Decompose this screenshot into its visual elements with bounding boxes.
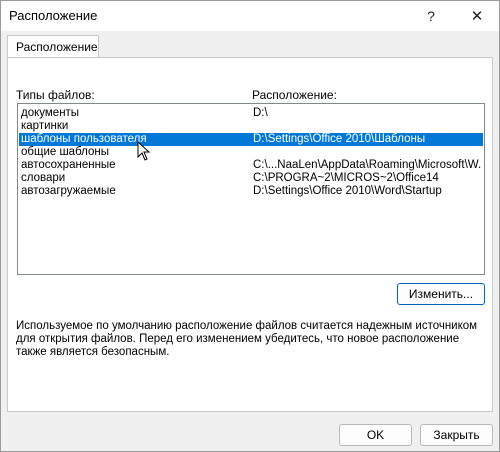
file-type-cell: шаблоны пользователя	[21, 133, 147, 145]
location-cell: D:\Settings\Office 2010\Шаблоны	[253, 133, 426, 145]
close-window-button[interactable]: ✕	[457, 1, 497, 31]
file-type-cell: документы	[21, 107, 80, 119]
file-type-cell: автосохраненные	[21, 159, 116, 171]
tab-location[interactable]: Расположение	[7, 35, 99, 59]
tab-panel: Типы файлов: Расположение: документы D:\…	[7, 57, 493, 412]
list-item[interactable]: словари C:\PROGRA~2\MICROS~2\Office14	[19, 172, 483, 185]
mouse-cursor-icon	[137, 141, 151, 161]
window-title: Расположение	[9, 8, 98, 23]
location-dialog: Расположение ? ✕ Расположение Типы файло…	[0, 0, 500, 452]
close-button[interactable]: Закрыть	[420, 424, 493, 446]
help-button[interactable]: ?	[411, 1, 451, 31]
modify-button[interactable]: Изменить...	[397, 283, 485, 305]
file-type-cell: автозагружаемые	[21, 185, 116, 197]
location-cell: C:\PROGRA~2\MICROS~2\Office14	[253, 172, 439, 184]
location-cell: D:\Settings\Office 2010\Word\Startup	[253, 185, 442, 197]
list-item[interactable]: автосохраненные C:\...NaaLen\AppData\Roa…	[19, 159, 483, 172]
file-type-cell: общие шаблоны	[21, 146, 110, 158]
file-type-cell: словари	[21, 172, 66, 184]
title-bar: Расположение ? ✕	[1, 1, 499, 31]
trust-note: Используемое по умолчанию расположение ф…	[16, 320, 478, 358]
list-item[interactable]: документы D:\	[19, 107, 483, 120]
list-item[interactable]: автозагружаемые D:\Settings\Office 2010\…	[19, 185, 483, 198]
list-item[interactable]: общие шаблоны	[19, 146, 483, 159]
ok-button[interactable]: OK	[339, 424, 412, 446]
location-cell: D:\	[253, 107, 268, 119]
file-types-header: Типы файлов:	[16, 88, 95, 102]
list-item-selected[interactable]: шаблоны пользователя D:\Settings\Office …	[19, 133, 483, 146]
location-header: Расположение:	[252, 88, 337, 102]
file-type-cell: картинки	[21, 120, 69, 132]
file-locations-list[interactable]: документы D:\ картинки шаблоны пользоват…	[17, 103, 485, 275]
location-cell: C:\...NaaLen\AppData\Roaming\Microsoft\W…	[253, 159, 481, 171]
tab-strip: Расположение	[1, 31, 499, 59]
list-item[interactable]: картинки	[19, 120, 483, 133]
